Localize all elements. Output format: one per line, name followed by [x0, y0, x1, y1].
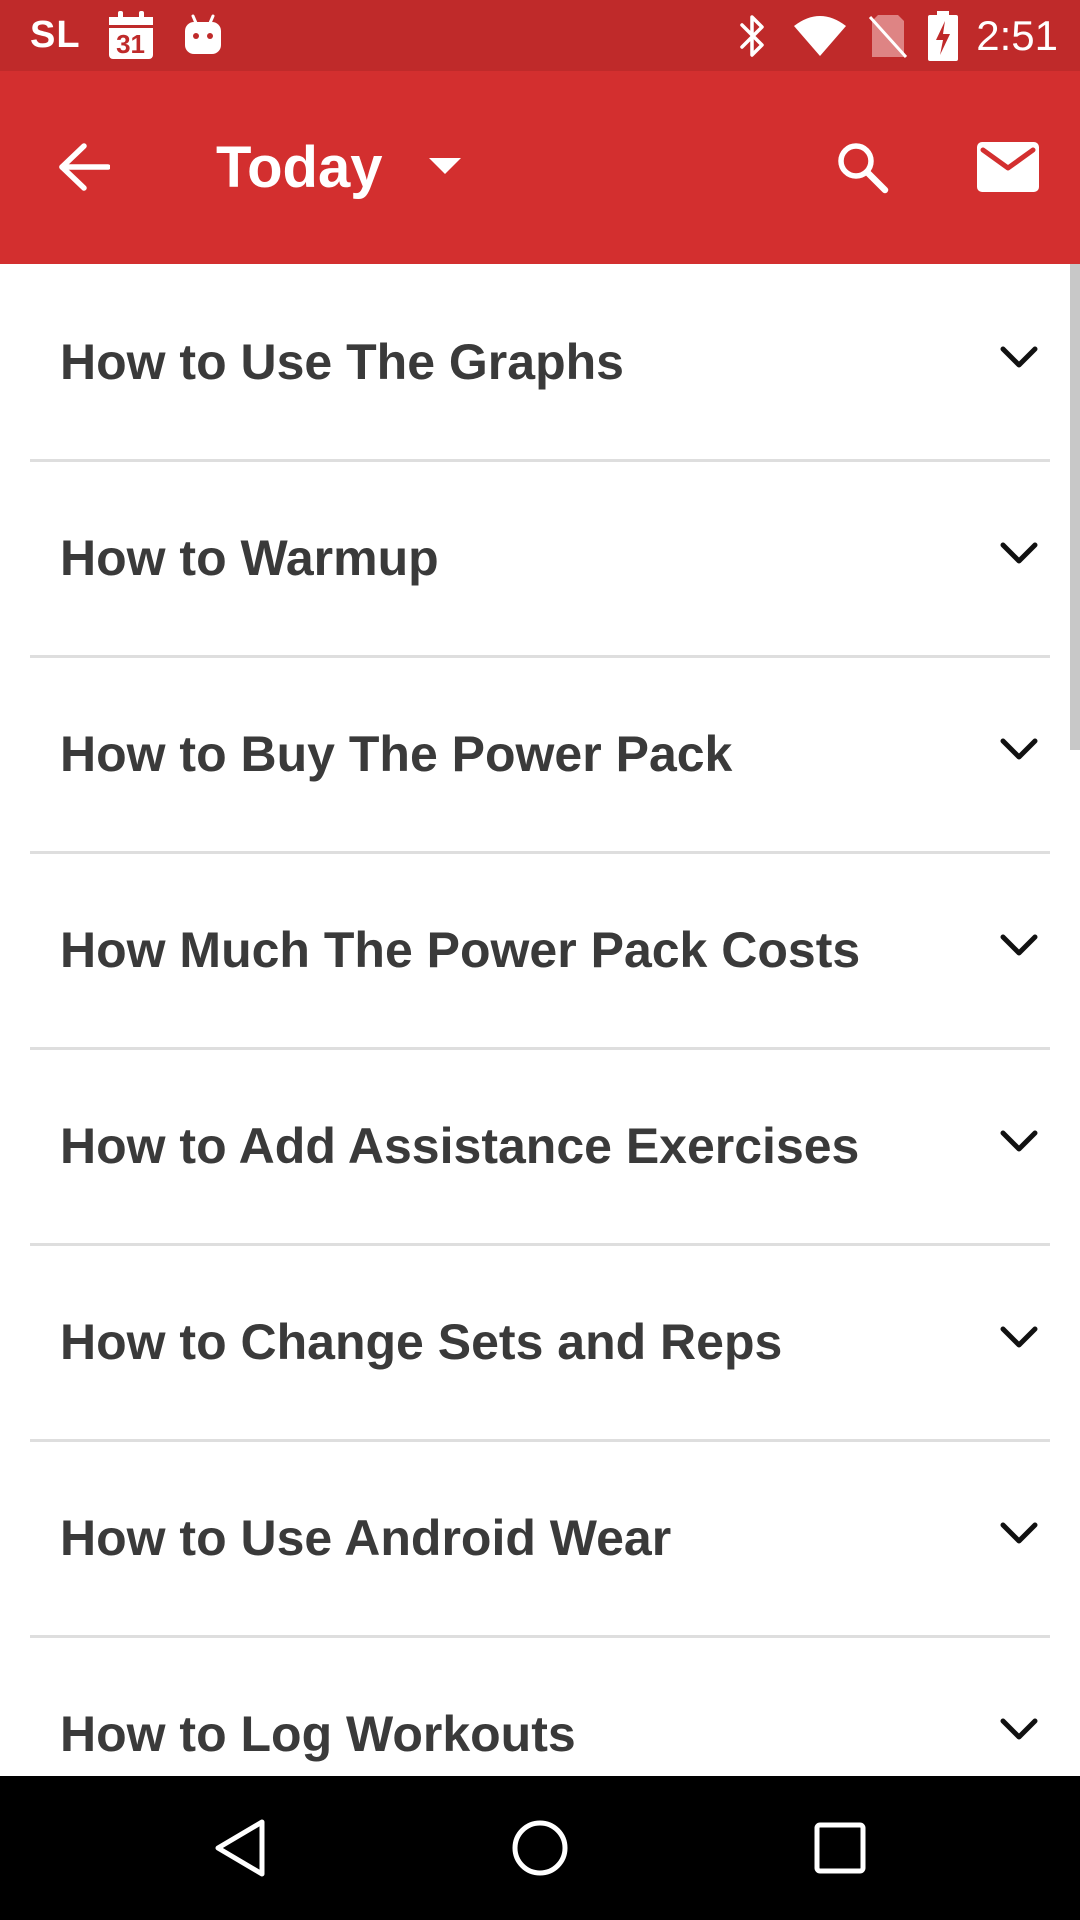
faq-item-android-wear[interactable]: How to Use Android Wear: [30, 1440, 1050, 1638]
nav-back-button[interactable]: [190, 1798, 290, 1898]
faq-list: How to Use The Graphs How to Warmup How …: [0, 264, 1080, 1776]
faq-item-label: How to Use Android Wear: [60, 1509, 672, 1566]
search-button[interactable]: [812, 117, 912, 217]
status-bar-left: SL 31: [30, 0, 223, 71]
mail-button[interactable]: [958, 117, 1058, 217]
chevron-down-icon[interactable]: [994, 724, 1044, 774]
app-toolbar: Today: [0, 71, 1080, 264]
faq-item-power-pack-cost[interactable]: How Much The Power Pack Costs: [30, 852, 1050, 1050]
nav-back-icon: [212, 1818, 268, 1878]
faq-item-label: How to Log Workouts: [60, 1705, 576, 1762]
faq-item-label: How to Change Sets and Reps: [60, 1313, 783, 1370]
faq-item-warmup[interactable]: How to Warmup: [30, 460, 1050, 658]
nav-recent-button[interactable]: [790, 1798, 890, 1898]
faq-item-sets-reps[interactable]: How to Change Sets and Reps: [30, 1244, 1050, 1442]
nav-home-icon: [510, 1818, 570, 1878]
chevron-down-icon[interactable]: [994, 528, 1044, 578]
faq-item-label: How to Buy The Power Pack: [60, 725, 733, 782]
battery-charging-icon: [928, 10, 959, 61]
faq-item-label: How to Use The Graphs: [60, 333, 624, 390]
system-nav-bar: [0, 1776, 1080, 1920]
search-icon: [834, 139, 890, 195]
scrollbar-thumb[interactable]: [1070, 264, 1080, 750]
faq-item-label: How to Add Assistance Exercises: [60, 1117, 860, 1174]
chevron-down-icon[interactable]: [994, 1508, 1044, 1558]
back-button[interactable]: [34, 117, 134, 217]
chevron-down-icon[interactable]: [994, 1116, 1044, 1166]
wifi-icon: [792, 14, 848, 58]
screen: SL 31 2:51 Today How to Use The Graphs H…: [0, 0, 1080, 1920]
chevron-down-icon[interactable]: [994, 332, 1044, 382]
carrier-label: SL: [30, 14, 81, 56]
date-range-dropdown[interactable]: Today: [216, 117, 461, 217]
faq-item-label: How to Warmup: [60, 529, 439, 586]
faq-item-buy-power-pack[interactable]: How to Buy The Power Pack: [30, 656, 1050, 854]
status-bar-right: 2:51: [738, 0, 1058, 71]
nav-recent-icon: [813, 1821, 867, 1875]
bluetooth-icon: [738, 13, 768, 59]
faq-item-label: How Much The Power Pack Costs: [60, 921, 861, 978]
faq-item-assistance-exercises[interactable]: How to Add Assistance Exercises: [30, 1048, 1050, 1246]
chevron-down-icon[interactable]: [994, 1704, 1044, 1754]
dropdown-caret-icon: [428, 158, 461, 176]
calendar-day-label: 31: [116, 28, 146, 59]
back-arrow-icon: [58, 143, 110, 191]
status-bar: SL 31 2:51: [0, 0, 1080, 71]
nav-home-button[interactable]: [490, 1798, 590, 1898]
android-icon: [183, 14, 223, 58]
no-sim-icon: [868, 13, 908, 59]
faq-item-log-workouts[interactable]: How to Log Workouts: [30, 1636, 1050, 1776]
chevron-down-icon[interactable]: [994, 920, 1044, 970]
status-clock: 2:51: [976, 11, 1058, 59]
mail-icon: [977, 142, 1039, 192]
chevron-down-icon[interactable]: [994, 1312, 1044, 1362]
calendar-icon: 31: [107, 10, 155, 61]
faq-item-use-graphs[interactable]: How to Use The Graphs: [30, 264, 1050, 462]
toolbar-title: Today: [216, 134, 383, 200]
